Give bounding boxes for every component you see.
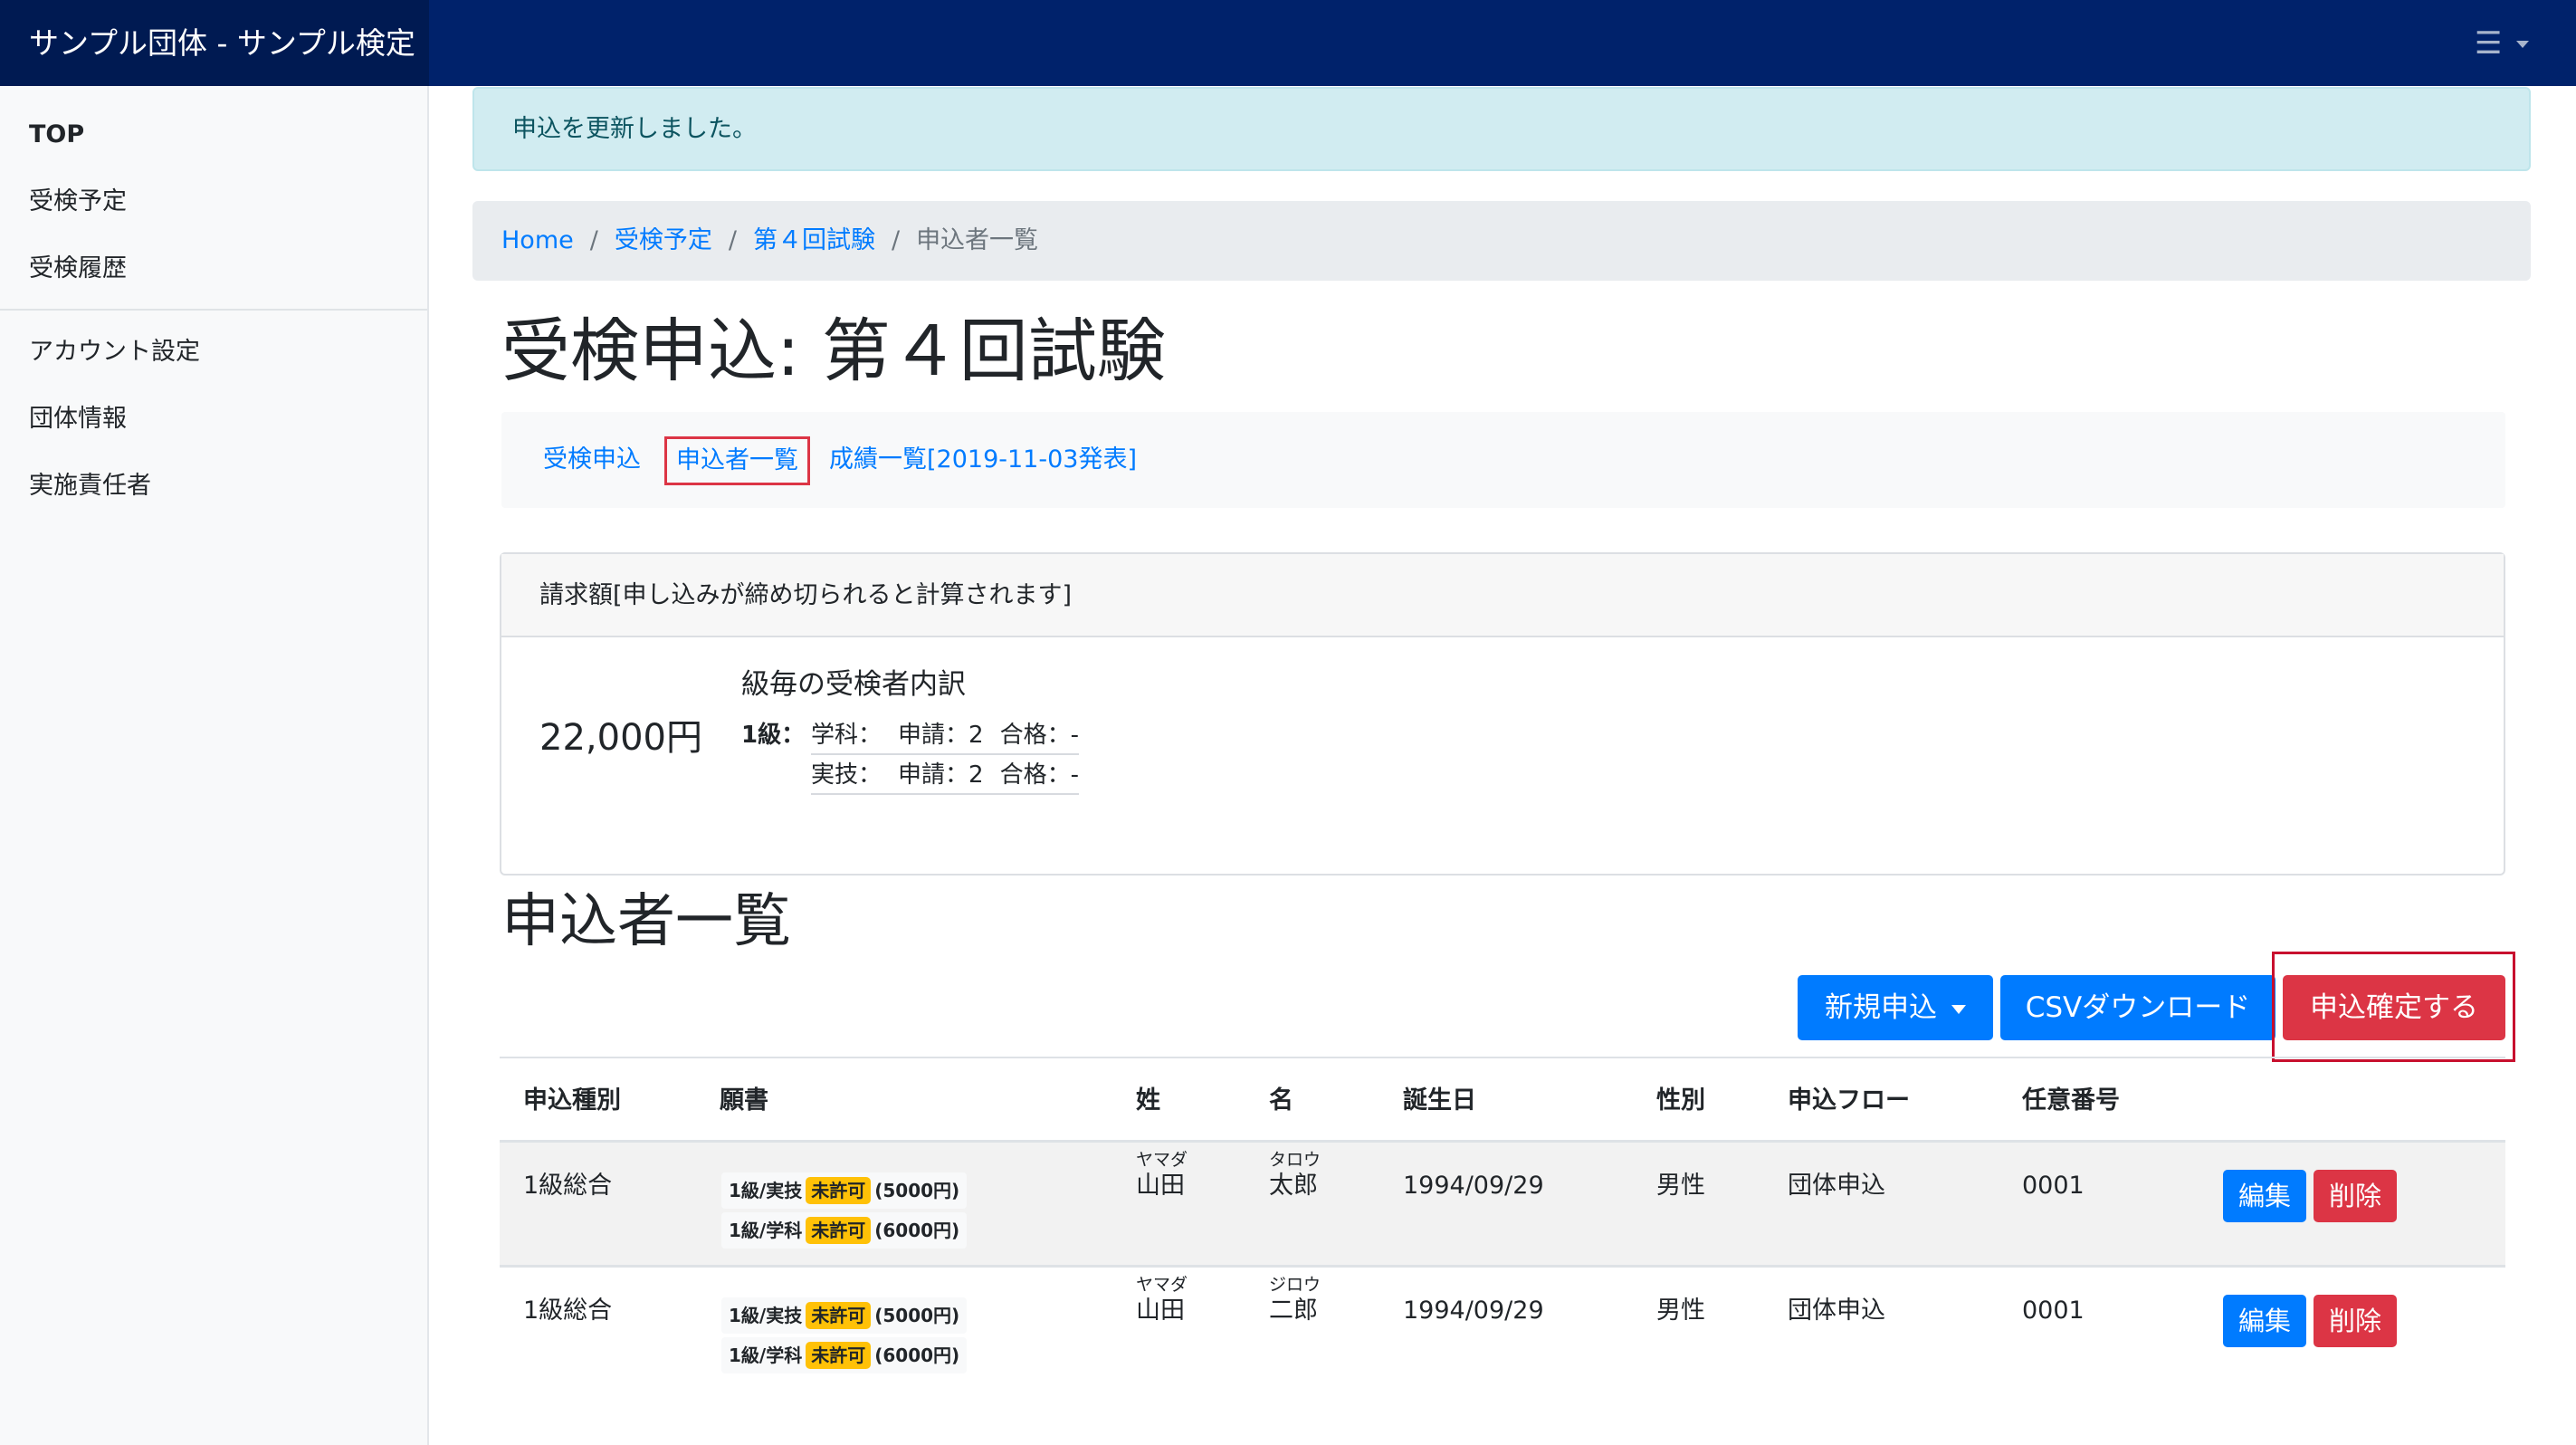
application-name: 1級/実技 <box>729 1180 803 1201</box>
breadcrumb-current: 申込者一覧 <box>916 226 1039 254</box>
application-item: 1級/実技 未許可 (5000円) <box>721 1297 968 1334</box>
status-badge: 未許可 <box>806 1217 872 1244</box>
chevron-down-icon <box>2516 41 2529 48</box>
cell-flow: 団体申込 <box>1788 1172 1885 1200</box>
sidebar-item-top[interactable]: TOP <box>29 117 84 153</box>
cell-type: 1級総合 <box>523 1172 613 1200</box>
page-title: 受検申込: 第４回試験 <box>501 311 1166 391</box>
column-header-flow: 申込フロー <box>1788 1086 1910 1115</box>
sidebar-item-schedule[interactable]: 受検予定 <box>29 184 127 220</box>
breadcrumb-separator: / <box>728 226 737 254</box>
success-alert: 申込を更新しました。 <box>472 87 2531 171</box>
application-name: 1級/学科 <box>729 1220 803 1241</box>
status-badge: 未許可 <box>806 1302 872 1329</box>
sidebar-item-supervisor[interactable]: 実施責任者 <box>29 468 151 504</box>
last-name-kana: ヤマダ <box>1136 1275 1188 1295</box>
column-header-gender: 性別 <box>1656 1086 1705 1115</box>
breakdown-line: 学科： 申請：2 合格：- <box>811 717 1079 755</box>
cell-first-name: 二郎 <box>1269 1297 1318 1325</box>
breadcrumb-home[interactable]: Home <box>501 226 574 254</box>
table-header-top-border <box>500 1057 2505 1058</box>
cell-gender: 男性 <box>1656 1172 1705 1200</box>
application-fee: (5000円) <box>874 1305 960 1326</box>
brand-title[interactable]: サンプル団体 - サンプル検定 <box>0 0 429 86</box>
sidebar-divider <box>0 309 427 311</box>
top-navbar: サンプル団体 - サンプル検定 ☰ <box>0 0 2576 86</box>
breadcrumb-separator: / <box>589 226 598 254</box>
application-fee: (6000円) <box>874 1220 960 1241</box>
breadcrumb-schedule[interactable]: 受検予定 <box>615 226 712 254</box>
edit-button[interactable]: 編集 <box>2223 1170 2306 1222</box>
breakdown-subject: 学科： <box>811 722 883 749</box>
breakdown-title: 級毎の受検者内訳 <box>741 668 966 701</box>
breakdown-passed: 合格：- <box>999 761 1079 789</box>
application-name: 1級/実技 <box>729 1305 803 1326</box>
first-name-kana: タロウ <box>1269 1150 1321 1170</box>
sub-navigation: 受検申込 申込者一覧 成績一覧[2019-11-03発表] <box>501 412 2505 508</box>
csv-download-button[interactable]: CSVダウンロード <box>2000 975 2275 1040</box>
sidebar-item-organization[interactable]: 団体情報 <box>29 401 127 437</box>
application-item: 1級/実技 未許可 (5000円) <box>721 1172 968 1209</box>
chevron-down-icon <box>1951 1004 1966 1014</box>
column-header-first-name: 名 <box>1269 1086 1293 1115</box>
breakdown-passed: 合格：- <box>999 722 1079 749</box>
breakdown-line: 実技： 申請：2 合格：- <box>811 757 1079 795</box>
invoice-header: 請求額[申し込みが締め切られると計算されます] <box>501 554 2504 637</box>
status-badge: 未許可 <box>806 1342 872 1369</box>
highlight-box <box>2272 952 2515 1062</box>
cell-last-name: 山田 <box>1136 1172 1185 1200</box>
breakdown-subject: 実技： <box>811 761 883 789</box>
last-name-kana: ヤマダ <box>1136 1150 1188 1170</box>
delete-button[interactable]: 削除 <box>2314 1170 2397 1222</box>
cell-number: 0001 <box>2022 1297 2085 1325</box>
application-item: 1級/学科 未許可 (6000円) <box>721 1212 968 1249</box>
breakdown-applied: 申請：2 <box>898 761 984 789</box>
table-row: 1級総合 1級/実技 未許可 (5000円) 1級/学科 未許可 (6000円) ヤマダ… <box>500 1265 2505 1390</box>
edit-button[interactable]: 編集 <box>2223 1295 2306 1347</box>
applicants-title: 申込者一覧 <box>501 888 791 955</box>
application-item: 1級/学科 未許可 (6000円) <box>721 1337 968 1373</box>
breakdown-applied: 申請：2 <box>898 722 984 749</box>
cell-birthday: 1994/09/29 <box>1403 1172 1544 1200</box>
column-header-last-name: 姓 <box>1136 1086 1160 1115</box>
column-header-application: 願書 <box>720 1086 768 1115</box>
column-header-number: 任意番号 <box>2022 1086 2120 1115</box>
sidebar-item-history[interactable]: 受検履歴 <box>29 251 127 287</box>
breadcrumb-exam[interactable]: 第４回試験 <box>753 226 875 254</box>
first-name-kana: ジロウ <box>1269 1275 1321 1295</box>
cell-birthday: 1994/09/29 <box>1403 1297 1544 1325</box>
cell-first-name: 太郎 <box>1269 1172 1318 1200</box>
tab-apply[interactable]: 受検申込 <box>543 436 641 485</box>
cell-flow: 団体申込 <box>1788 1297 1885 1325</box>
column-header-birthday: 誕生日 <box>1403 1086 1476 1115</box>
application-fee: (5000円) <box>874 1180 960 1201</box>
breadcrumb: Home / 受検予定 / 第４回試験 / 申込者一覧 <box>472 201 2531 281</box>
cell-type: 1級総合 <box>523 1297 613 1325</box>
new-application-button[interactable]: 新規申込 <box>1798 975 1993 1040</box>
tab-applicants[interactable]: 申込者一覧 <box>664 436 810 485</box>
grade-label: 1級： <box>741 722 806 749</box>
delete-button[interactable]: 削除 <box>2314 1295 2397 1347</box>
invoice-amount: 22,000円 <box>539 717 702 759</box>
cell-number: 0001 <box>2022 1172 2085 1200</box>
cell-last-name: 山田 <box>1136 1297 1185 1325</box>
breadcrumb-separator: / <box>891 226 901 254</box>
new-application-label: 新規申込 <box>1825 991 1937 1024</box>
sidebar: TOP 受検予定 受検履歴 アカウント設定 団体情報 実施責任者 <box>0 86 429 1445</box>
cell-gender: 男性 <box>1656 1297 1705 1325</box>
table-row: 1級総合 1級/実技 未許可 (5000円) 1級/学科 未許可 (6000円) ヤマダ… <box>500 1140 2505 1265</box>
column-header-type: 申込種別 <box>523 1086 621 1115</box>
application-name: 1級/学科 <box>729 1345 803 1366</box>
tab-results[interactable]: 成績一覧[2019-11-03発表] <box>829 436 1137 485</box>
status-badge: 未許可 <box>806 1177 872 1204</box>
hamburger-icon[interactable]: ☰ <box>2475 27 2533 60</box>
sidebar-item-account[interactable]: アカウント設定 <box>29 334 200 370</box>
invoice-card: 請求額[申し込みが締め切られると計算されます] 22,000円 級毎の受検者内訳… <box>500 552 2505 876</box>
application-fee: (6000円) <box>874 1345 960 1366</box>
